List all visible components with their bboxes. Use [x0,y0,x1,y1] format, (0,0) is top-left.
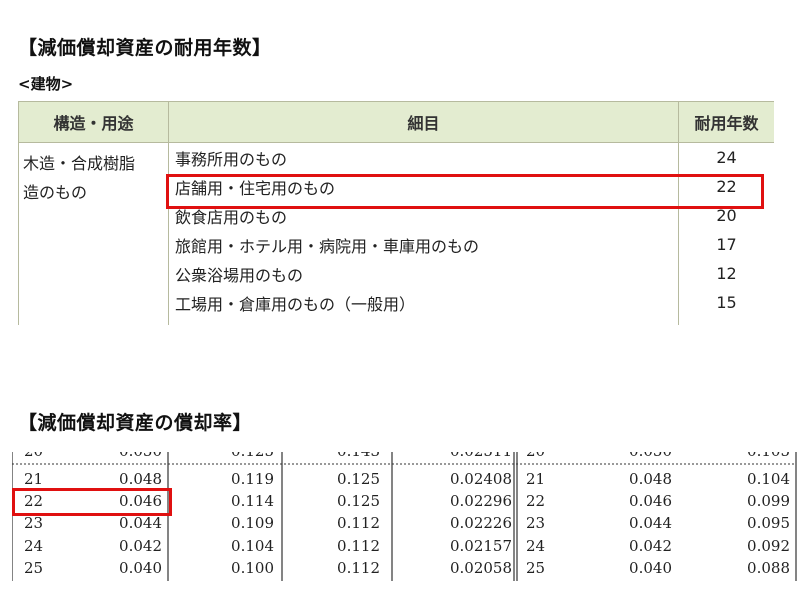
highlight-box-year-22 [12,488,172,516]
rate-cell: 0.092 [747,537,790,555]
years-cell: 12 [678,259,774,288]
rate-cell: 21 [24,470,43,488]
rate-cell: 25 [526,559,545,577]
rate-cell: 0.02296 [450,492,512,510]
rate-cell: 0.114 [231,492,274,510]
table-header-row: 構造・用途 細目 耐用年数 [18,101,774,143]
years-cell: 17 [678,230,774,259]
rate-cell-partial: 0.050 [119,452,162,460]
rate-cell: 0.042 [629,537,672,555]
header-detail: 細目 [168,101,679,143]
rate-cell: 0.095 [747,514,790,532]
table-row: 木造・合成樹脂 造のもの 事務所用のもの 24 [18,142,774,325]
detail-cell: 公衆浴場用のもの [168,259,679,288]
rate-cell: 0.104 [231,537,274,555]
header-years: 耐用年数 [678,101,774,143]
rate-cell: 0.112 [337,514,380,532]
detail-cell: 旅館用・ホテル用・病院用・車庫用のもの [168,230,679,259]
rate-cell: 25 [24,559,43,577]
rate-cell: 0.046 [629,492,672,510]
rate-cell-partial: 0.125 [231,452,274,460]
rate-cell: 0.040 [119,559,162,577]
structure-cell: 木造・合成樹脂 造のもの [18,142,169,325]
structure-line: 木造・合成樹脂 [23,154,136,173]
highlight-box-store-residential [166,174,764,209]
rate-cell: 0.02058 [450,559,512,577]
rate-cell: 0.088 [747,559,790,577]
rate-cell: 0.040 [629,559,672,577]
depreciation-rate-table-image: 20 0.050 0.125 0.143 0.02511 20 0.050 0.105 21 0.… [12,452,797,581]
rate-cell: 24 [526,537,545,555]
rate-cell: 0.125 [337,470,380,488]
rate-cell-partial: 0.02511 [450,452,512,460]
rate-cell-partial: 0.105 [747,452,790,460]
rate-cell: 0.109 [231,514,274,532]
rate-cell: 0.048 [119,470,162,488]
rate-cell: 0.02226 [450,514,512,532]
rate-cell: 0.044 [119,514,162,532]
rate-cell: 23 [24,514,43,532]
rate-cell-partial: 0.143 [337,452,380,460]
rate-cell: 23 [526,514,545,532]
detail-cell: 事務所用のもの [168,142,679,172]
subtitle-buildings: <建物> [18,75,74,93]
rate-cell-partial: 20 [24,452,43,460]
useful-life-table: 構造・用途 細目 耐用年数 木造・合成樹脂 造のもの 事務所用のもの 24 店舗… [18,101,774,325]
rate-cell: 21 [526,470,545,488]
years-cell: 24 [678,142,774,172]
rate-cell-partial: 20 [526,452,545,460]
years-cell: 15 [678,288,774,317]
rate-cell: 22 [526,492,545,510]
rate-cell: 0.048 [629,470,672,488]
rate-cell: 0.042 [119,537,162,555]
rate-cell: 0.100 [231,559,274,577]
rate-cell: 0.104 [747,470,790,488]
rate-cell: 0.112 [337,559,380,577]
rate-cell: 24 [24,537,43,555]
rate-cell: 0.125 [337,492,380,510]
section-title-depreciation-rate: 【減価償却資産の償却率】 [18,412,253,434]
depreciation-rate-table: 20 0.050 0.125 0.143 0.02511 20 0.050 0.105 21 0.… [12,452,798,581]
useful-life-table-container: 構造・用途 細目 耐用年数 木造・合成樹脂 造のもの 事務所用のもの 24 店舗… [18,101,774,325]
detail-cell: 工場用・倉庫用のもの（一般用） [168,288,679,317]
rate-cell: 0.044 [629,514,672,532]
rate-cell: 0.112 [337,537,380,555]
section-title-useful-life: 【減価償却資産の耐用年数】 [18,37,272,59]
structure-line: 造のもの [23,183,88,202]
rate-cell: 0.02408 [450,470,512,488]
rate-cell: 0.02157 [450,537,512,555]
rate-cell: 0.099 [747,492,790,510]
rate-cell: 0.119 [231,470,274,488]
header-structure: 構造・用途 [18,101,169,143]
rate-cell-partial: 0.050 [629,452,672,460]
